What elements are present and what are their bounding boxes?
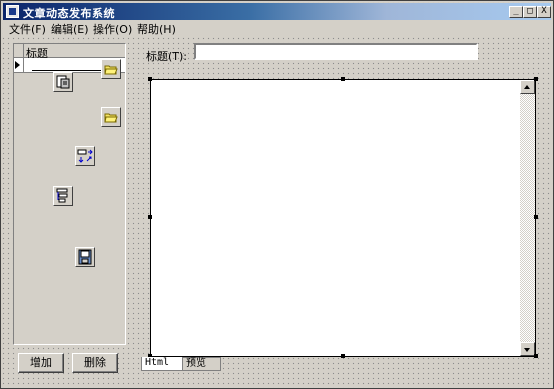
main-window: 文章动态发布系统 _ □ X 文件(F) 编辑(E) 操作(O) 帮助(H) 标…	[0, 0, 554, 389]
chevron-down-icon	[524, 348, 530, 352]
properties-icon[interactable]	[53, 72, 73, 92]
app-icon	[6, 5, 19, 18]
menu-file[interactable]: 文件(F)	[9, 21, 46, 37]
layout-arrange-icon[interactable]	[75, 146, 95, 166]
html-editor[interactable]	[151, 80, 520, 356]
add-button[interactable]: 增加	[18, 353, 64, 373]
maximize-button[interactable]: □	[523, 6, 537, 18]
open-folder-icon[interactable]	[101, 107, 121, 127]
tree-view-icon[interactable]	[53, 186, 73, 206]
vertical-scrollbar[interactable]	[520, 80, 535, 356]
title-label: 标题(T):	[146, 50, 188, 63]
row-cell-title[interactable]	[32, 70, 110, 71]
save-icon[interactable]	[75, 247, 95, 267]
row-indicator-icon	[15, 61, 20, 69]
chevron-up-icon	[524, 85, 530, 89]
menu-edit[interactable]: 编辑(E)	[51, 21, 89, 37]
minimize-button[interactable]: _	[509, 6, 523, 18]
resize-handle[interactable]	[534, 77, 538, 81]
menu-help[interactable]: 帮助(H)	[137, 21, 176, 37]
resize-handle[interactable]	[534, 215, 538, 219]
grid-corner	[14, 44, 24, 57]
close-button[interactable]: X	[537, 6, 551, 18]
open-folder-icon[interactable]	[101, 59, 121, 79]
title-input[interactable]	[194, 43, 478, 60]
tab-preview[interactable]: 预览	[183, 357, 221, 371]
window-title: 文章动态发布系统	[23, 7, 115, 20]
scroll-down-button[interactable]	[520, 342, 535, 356]
delete-button[interactable]: 删除	[72, 353, 118, 373]
resize-handle[interactable]	[341, 354, 345, 358]
menu-operate[interactable]: 操作(O)	[93, 21, 132, 37]
scroll-up-button[interactable]	[520, 80, 535, 94]
resize-handle[interactable]	[148, 215, 152, 219]
resize-handle[interactable]	[534, 354, 538, 358]
tab-html[interactable]: Html	[141, 357, 183, 371]
resize-handle[interactable]	[148, 77, 152, 81]
menu-bar: 文件(F) 编辑(E) 操作(O) 帮助(H)	[3, 20, 551, 36]
resize-handle[interactable]	[341, 77, 345, 81]
grid-header: 标题	[14, 44, 125, 60]
title-bar[interactable]: 文章动态发布系统 _ □ X	[3, 3, 551, 20]
